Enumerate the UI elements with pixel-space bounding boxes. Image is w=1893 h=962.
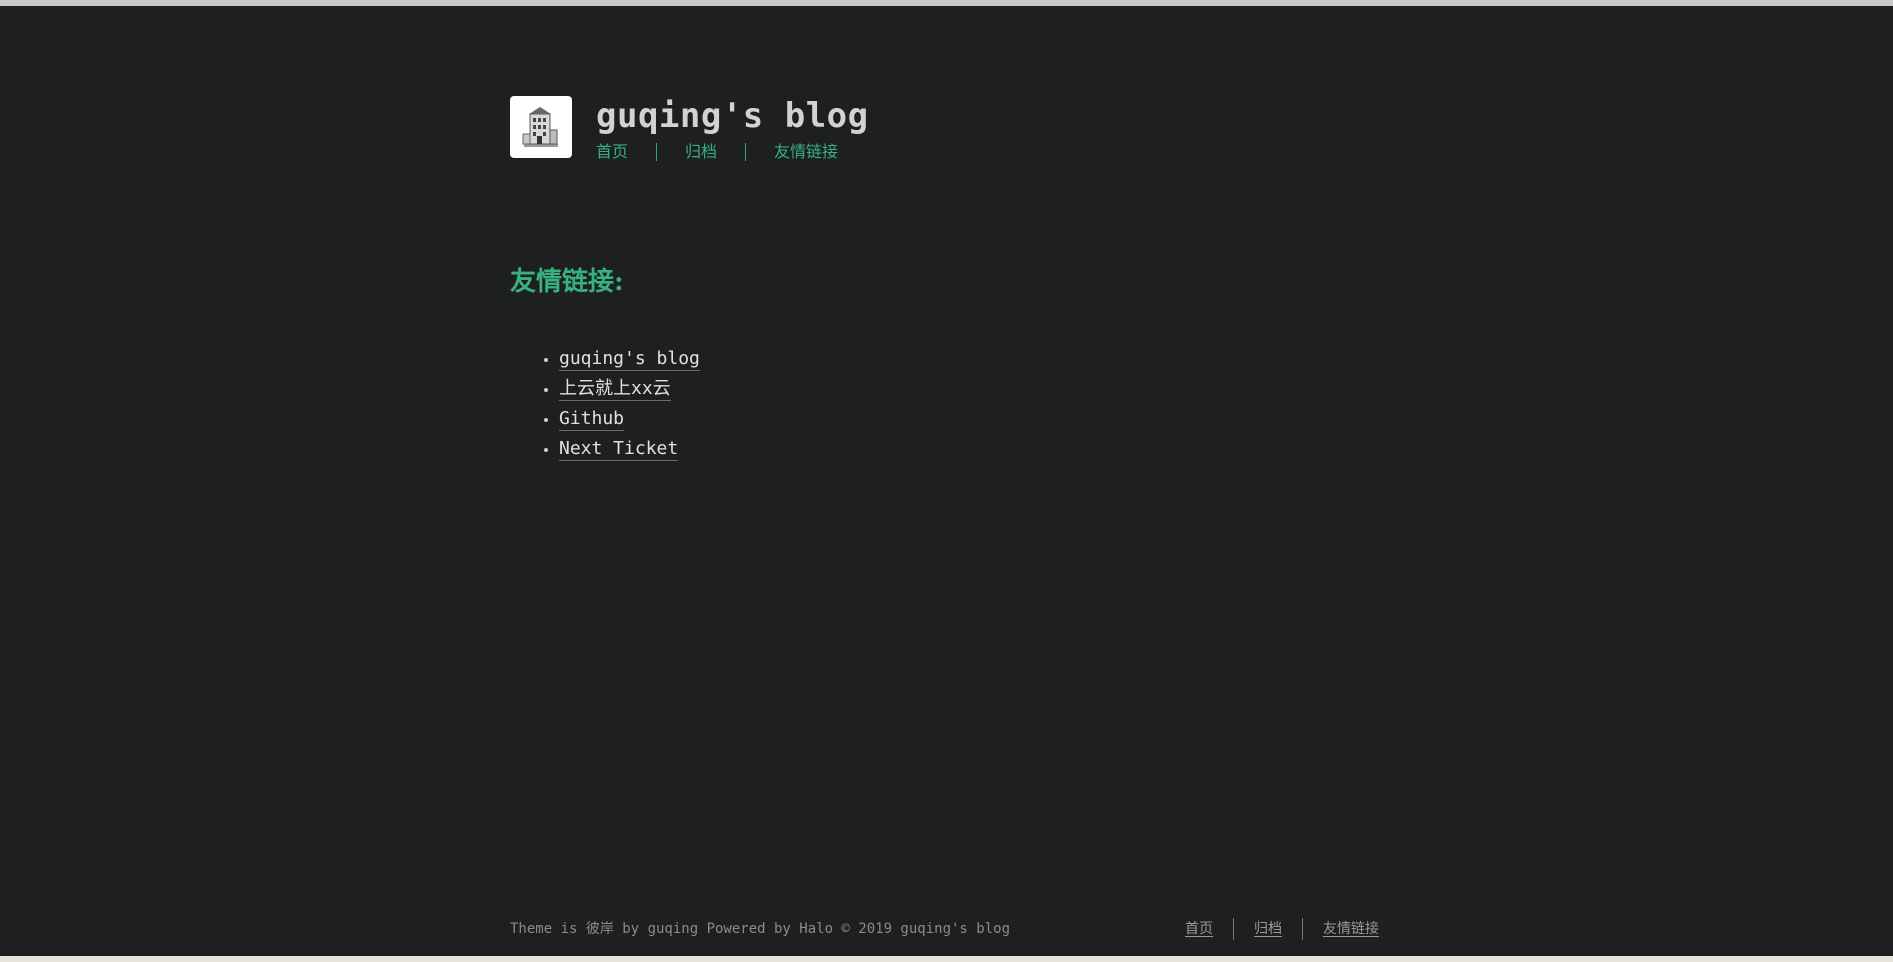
nav-item-links[interactable]: 友情链接 — [774, 142, 838, 162]
nav-divider — [656, 143, 658, 161]
friend-links-list: guqing's blog 上云就上xx云 Github Next Ticket — [510, 344, 700, 464]
window-bottom-border — [0, 956, 1893, 962]
site-header: guqing's blog 首页 归档 友情链接 — [510, 96, 869, 162]
nav-item-archive[interactable]: 归档 — [685, 142, 717, 162]
list-item: 上云就上xx云 — [559, 374, 700, 404]
footer-nav: 首页 归档 友情链接 — [1185, 918, 1379, 940]
footer-copyright: Theme is 彼岸 by guqing Powered by Halo © … — [510, 921, 1011, 937]
list-item: guqing's blog — [559, 344, 700, 374]
main-nav: 首页 归档 友情链接 — [596, 142, 869, 162]
page-title: 友情链接: — [510, 267, 624, 297]
footer-nav-archive[interactable]: 归档 — [1254, 919, 1282, 939]
footer-nav-divider — [1302, 918, 1303, 940]
list-item: Github — [559, 404, 700, 434]
friend-link-cloud[interactable]: 上云就上xx云 — [559, 378, 671, 401]
site-title[interactable]: guqing's blog — [596, 96, 869, 136]
header-text: guqing's blog 首页 归档 友情链接 — [596, 96, 869, 162]
friend-link-next-ticket[interactable]: Next Ticket — [559, 438, 679, 461]
nav-divider — [745, 143, 747, 161]
friend-link-guqing-blog[interactable]: guqing's blog — [559, 348, 700, 371]
footer-nav-divider — [1233, 918, 1234, 940]
nav-item-home[interactable]: 首页 — [596, 142, 628, 162]
window-top-border — [0, 0, 1893, 6]
list-item: Next Ticket — [559, 434, 700, 464]
footer-nav-links[interactable]: 友情链接 — [1323, 919, 1379, 939]
footer-nav-home[interactable]: 首页 — [1185, 919, 1213, 939]
building-logo-icon — [514, 100, 568, 154]
site-logo[interactable] — [510, 96, 572, 158]
friend-link-github[interactable]: Github — [559, 408, 625, 431]
